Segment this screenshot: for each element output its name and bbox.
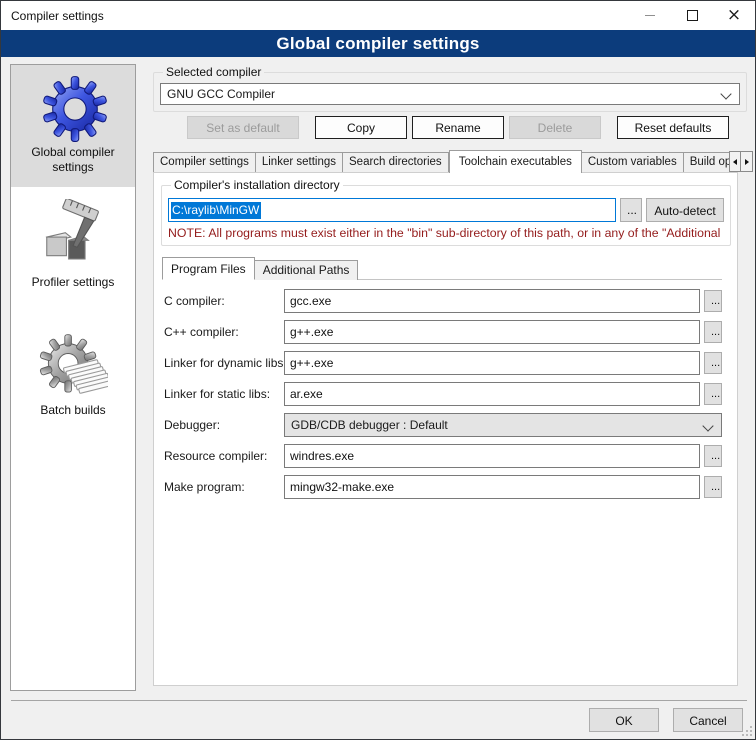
field-label: C compiler: bbox=[164, 294, 284, 308]
tab-scroll-right-button[interactable] bbox=[741, 151, 753, 172]
cpp-compiler-input[interactable] bbox=[284, 320, 700, 344]
footer-separator bbox=[11, 700, 747, 701]
right-triangle-icon bbox=[745, 159, 749, 165]
tab-toolchain-executables[interactable]: Toolchain executables bbox=[449, 150, 582, 173]
sidebar: Global compiler settings bbox=[10, 64, 136, 691]
field-label: Debugger: bbox=[164, 418, 284, 432]
window-title: Compiler settings bbox=[1, 9, 104, 23]
form-row-make-program: Make program: ... bbox=[164, 475, 722, 499]
auto-detect-button[interactable]: Auto-detect bbox=[646, 198, 724, 222]
installation-directory-legend: Compiler's installation directory bbox=[171, 178, 343, 192]
browse-button[interactable]: ... bbox=[704, 476, 722, 498]
copy-button[interactable]: Copy bbox=[315, 116, 407, 139]
maximize-button[interactable] bbox=[671, 1, 713, 30]
browse-button[interactable]: ... bbox=[704, 352, 722, 374]
close-button[interactable]: × bbox=[713, 1, 755, 30]
reset-defaults-button[interactable]: Reset defaults bbox=[617, 116, 729, 139]
form-row-c-compiler: C compiler: ... bbox=[164, 289, 722, 313]
field-label: Make program: bbox=[164, 480, 284, 494]
chevron-down-icon bbox=[720, 88, 731, 99]
chevron-down-icon bbox=[702, 420, 713, 431]
browse-button[interactable]: ... bbox=[704, 321, 722, 343]
field-label: Resource compiler: bbox=[164, 449, 284, 463]
selected-path-text: C:\raylib\MinGW bbox=[171, 202, 261, 219]
compiler-settings-dialog: Compiler settings × Global compiler sett… bbox=[0, 0, 756, 740]
blue-gear-icon bbox=[39, 71, 107, 143]
page-title: Global compiler settings bbox=[1, 30, 755, 57]
browse-button[interactable]: ... bbox=[704, 445, 722, 467]
compiler-select-value: GNU GCC Compiler bbox=[167, 87, 275, 101]
close-icon: × bbox=[727, 7, 741, 24]
maximize-icon bbox=[687, 10, 698, 21]
profiler-icon bbox=[38, 199, 108, 273]
delete-button[interactable]: Delete bbox=[509, 116, 601, 139]
minimize-button[interactable] bbox=[629, 1, 671, 30]
caption-buttons: × bbox=[629, 1, 755, 30]
make-program-input[interactable] bbox=[284, 475, 700, 499]
debugger-select[interactable]: GDB/CDB debugger : Default bbox=[284, 413, 722, 437]
sidebar-item-label: Batch builds bbox=[14, 403, 132, 418]
dynamic-linker-input[interactable] bbox=[284, 351, 700, 375]
program-subtabs: Program Files Additional Paths bbox=[162, 257, 722, 280]
sidebar-item-label: Profiler settings bbox=[14, 275, 132, 290]
compiler-select[interactable]: GNU GCC Compiler bbox=[160, 83, 740, 105]
browse-button[interactable]: ... bbox=[704, 290, 722, 312]
resource-compiler-input[interactable] bbox=[284, 444, 700, 468]
static-linker-input[interactable] bbox=[284, 382, 700, 406]
subtab-program-files[interactable]: Program Files bbox=[162, 257, 255, 280]
browse-button[interactable]: ... bbox=[704, 383, 722, 405]
sidebar-item-global-compiler-settings[interactable]: Global compiler settings bbox=[11, 65, 135, 187]
batch-builds-icon bbox=[38, 329, 108, 401]
toolchain-pane: Compiler's installation directory C:\ray… bbox=[153, 172, 738, 686]
compiler-actions: Set as default Copy Rename Delete Reset … bbox=[149, 116, 749, 139]
sidebar-item-batch-builds[interactable]: Batch builds bbox=[11, 323, 135, 428]
tab-search-directories[interactable]: Search directories bbox=[343, 152, 449, 172]
tab-compiler-settings[interactable]: Compiler settings bbox=[153, 152, 256, 172]
subtab-additional-paths[interactable]: Additional Paths bbox=[255, 260, 359, 280]
form-row-debugger: Debugger: GDB/CDB debugger : Default bbox=[164, 413, 722, 437]
tab-scroll-buttons bbox=[729, 151, 753, 172]
ok-button[interactable]: OK bbox=[589, 708, 659, 732]
resize-grip[interactable] bbox=[740, 724, 753, 737]
tab-custom-variables[interactable]: Custom variables bbox=[582, 152, 684, 172]
form-row-cpp-compiler: C++ compiler: ... bbox=[164, 320, 722, 344]
installation-directory-input[interactable]: C:\raylib\MinGW bbox=[168, 198, 616, 222]
program-files-form: C compiler: ... C++ compiler: ... Linker… bbox=[164, 289, 722, 506]
sidebar-item-profiler-settings[interactable]: Profiler settings bbox=[11, 193, 135, 309]
form-row-static-linker: Linker for static libs: ... bbox=[164, 382, 722, 406]
note-text: NOTE: All programs must exist either in … bbox=[168, 226, 724, 240]
set-as-default-button[interactable]: Set as default bbox=[187, 116, 299, 139]
selected-compiler-group: Selected compiler GNU GCC Compiler bbox=[153, 65, 747, 112]
c-compiler-input[interactable] bbox=[284, 289, 700, 313]
field-label: Linker for dynamic libs: bbox=[164, 356, 284, 370]
debugger-select-value: GDB/CDB debugger : Default bbox=[291, 418, 448, 432]
title-bar[interactable]: Compiler settings × bbox=[1, 1, 755, 30]
installation-directory-group: Compiler's installation directory C:\ray… bbox=[161, 178, 731, 246]
form-row-resource-compiler: Resource compiler: ... bbox=[164, 444, 722, 468]
rename-button[interactable]: Rename bbox=[412, 116, 504, 139]
left-triangle-icon bbox=[733, 159, 737, 165]
form-row-dynamic-linker: Linker for dynamic libs: ... bbox=[164, 351, 722, 375]
tab-linker-settings[interactable]: Linker settings bbox=[256, 152, 343, 172]
minimize-icon bbox=[645, 15, 655, 16]
sidebar-item-label: Global compiler settings bbox=[14, 145, 132, 175]
tab-build-options[interactable]: Build options bbox=[684, 152, 729, 172]
field-label: C++ compiler: bbox=[164, 325, 284, 339]
cancel-button[interactable]: Cancel bbox=[673, 708, 743, 732]
field-label: Linker for static libs: bbox=[164, 387, 284, 401]
selected-compiler-legend: Selected compiler bbox=[163, 65, 264, 79]
settings-tabs: Compiler settings Linker settings Search… bbox=[153, 150, 729, 173]
tab-scroll-left-button[interactable] bbox=[729, 151, 741, 172]
browse-directory-button[interactable]: ... bbox=[620, 198, 642, 222]
